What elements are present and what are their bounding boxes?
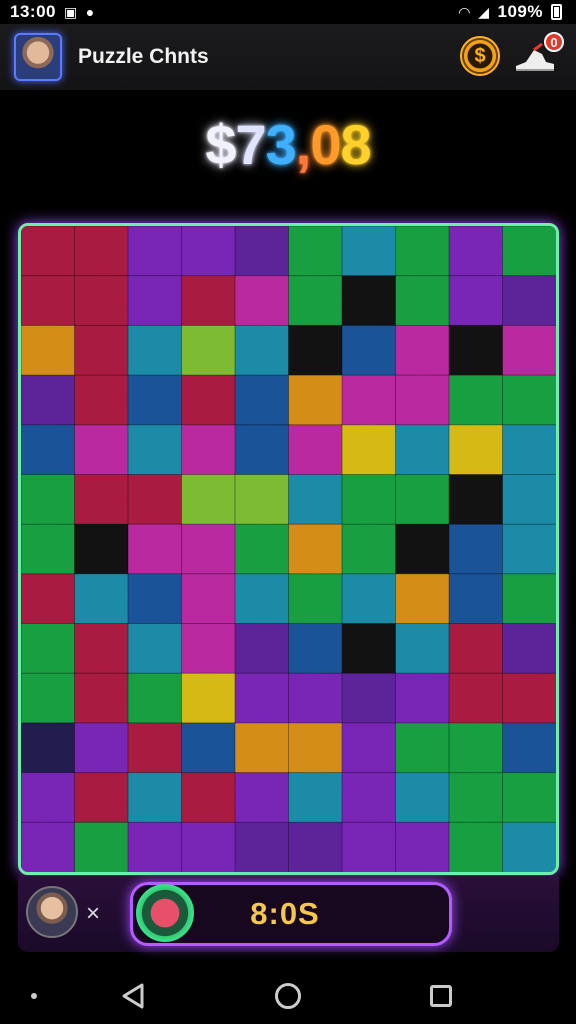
battery-icon (551, 4, 562, 20)
wifi-icon: ◠ (458, 4, 471, 20)
multiplier-label: × (86, 900, 101, 927)
home-icon[interactable] (275, 983, 301, 1009)
score-display: $73,08 (0, 112, 576, 177)
score-char: $ (205, 113, 236, 176)
score-char: 8 (340, 113, 372, 176)
signal-icon: ◢ (478, 4, 490, 20)
player-avatar[interactable] (26, 886, 78, 938)
nav-dot-icon (31, 993, 37, 999)
score-char: , (295, 113, 312, 176)
battery-percent: 109% (497, 2, 543, 21)
puzzle-grid[interactable] (21, 226, 556, 872)
notification-badge: 0 (544, 32, 564, 52)
coin-icon[interactable]: $ (460, 36, 500, 76)
photo-icon: ▣ (63, 4, 78, 20)
chat-icon: ● (85, 4, 95, 20)
puzzle-piece-icon[interactable] (136, 884, 194, 942)
back-icon[interactable] (120, 982, 146, 1010)
timer-text: 8:0S (250, 896, 320, 931)
score-char: 0 (310, 113, 341, 176)
profile-avatar[interactable] (14, 33, 62, 81)
recent-apps-icon[interactable] (430, 985, 452, 1007)
score-char: 3 (265, 113, 297, 176)
board-overlay (21, 226, 556, 872)
status-time: 13:00 (10, 2, 56, 21)
app-header: Puzzle Chnts $ 0 (0, 24, 576, 90)
status-bar: 13:00 ▣ ● ◠ ◢ 109% (0, 0, 576, 24)
score-char: 7 (235, 113, 266, 176)
puzzle-board[interactable] (18, 223, 559, 875)
page-title: Puzzle Chnts (78, 45, 209, 68)
